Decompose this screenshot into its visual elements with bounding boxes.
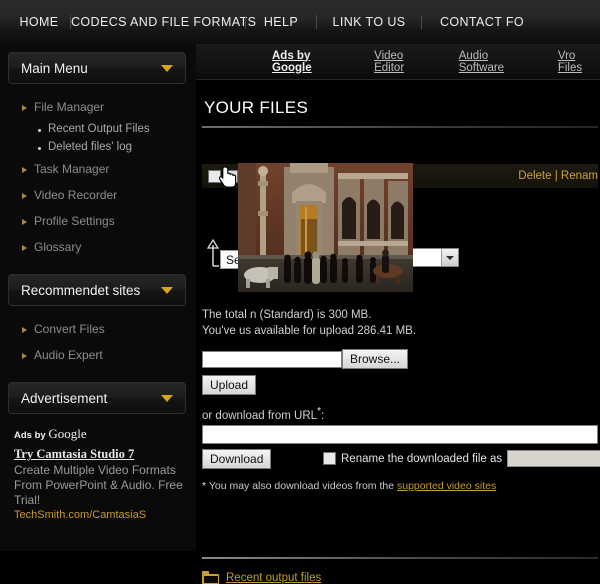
bottom-divider (202, 557, 598, 559)
folder-icon (202, 571, 219, 584)
quota-line-1: The total n (Standard) is 300 MB. (202, 309, 372, 321)
sidebar-item-label: File Manager (34, 100, 105, 114)
ads-by-text: Ads by (14, 430, 46, 441)
sidebar-item-convert-files[interactable]: Convert Files (0, 316, 196, 342)
sidebar-main-menu-list: File Manager Recent Output Files Deleted… (0, 94, 196, 260)
rename-checkbox[interactable] (323, 452, 336, 465)
triangle-right-icon (22, 245, 27, 251)
sidebar-item-label: Recent Output Files (48, 123, 150, 135)
nav-item-home[interactable]: HOME (8, 15, 70, 29)
sidebar-item-glossary[interactable]: Glossary (0, 234, 196, 260)
sidebar-item-deleted-files-log[interactable]: Deleted files' log (0, 138, 196, 156)
download-button[interactable]: Download (202, 449, 272, 469)
page-title: YOUR FILES (204, 98, 309, 117)
nav-item-codecs-and-file-formats[interactable]: CODECS AND FILE FORMATS (71, 15, 256, 29)
triangle-right-icon (22, 193, 27, 199)
mouse-cursor-pointing-hand (219, 166, 237, 188)
sidebar-panel-recommended-sites[interactable]: Recommendet sites (8, 274, 186, 306)
sidebar-item-task-manager[interactable]: Task Manager (0, 156, 196, 182)
sidebar-ad-title[interactable]: Try Camtasia Studio 7 (14, 447, 188, 462)
sidebar-panel-main-menu[interactable]: Main Menu (8, 52, 186, 84)
upload-button[interactable]: Upload (202, 375, 257, 395)
nav-item-link-to-us[interactable]: LINK TO US (317, 15, 421, 29)
triangle-right-icon (22, 327, 27, 333)
bullet-icon (38, 147, 41, 150)
bullet-icon (38, 129, 41, 132)
rename-input[interactable] (507, 450, 600, 467)
chevron-down-icon (441, 249, 458, 266)
sidebar-item-recent-output-files[interactable]: Recent Output Files (0, 120, 196, 138)
sidebar: Main Menu File Manager Recent Output Fil… (0, 44, 196, 551)
sidebar-item-file-manager[interactable]: File Manager (0, 94, 196, 120)
sidebar-item-label: Convert Files (34, 322, 105, 336)
sidebar-item-label: Glossary (34, 240, 82, 254)
sidebar-panel-title: Main Menu (21, 60, 88, 76)
triangle-right-icon (22, 167, 27, 173)
ad-link-vro-files[interactable]: Vro Files (558, 50, 600, 74)
sidebar-item-label: Video Recorder (34, 188, 118, 202)
quota-line-2: You've us available for upload 286.41 MB… (202, 325, 417, 337)
sidebar-item-label: Task Manager (34, 162, 110, 176)
sidebar-item-audio-expert[interactable]: Audio Expert (0, 342, 196, 368)
sidebar-item-video-recorder[interactable]: Video Recorder (0, 182, 196, 208)
recent-output-files-link-row[interactable]: Recent output files (202, 571, 321, 584)
url-input[interactable] (202, 425, 598, 444)
url-download-label: or download from URL*: (202, 406, 324, 422)
chevron-down-icon (161, 64, 173, 72)
arrow-up-icon (206, 239, 220, 267)
rename-checkbox-label: Rename the downloaded file as (341, 452, 503, 465)
browse-button[interactable]: Browse... (342, 349, 409, 369)
top-navigation-bar: HOME CODECS AND FILE FORMATS HELP LINK T… (0, 0, 600, 44)
sidebar-ad-url[interactable]: TechSmith.com/CamtasiaS (14, 508, 188, 522)
ad-link-audio-software[interactable]: Audio Software (459, 50, 532, 74)
url-label-text: or download from URL (202, 409, 318, 422)
triangle-right-icon (22, 219, 27, 225)
preview-image (238, 163, 413, 292)
ads-by-google-label: Ads by Google (14, 426, 188, 442)
nav-item-contact-form[interactable]: CONTACT FO (422, 15, 542, 29)
sidebar-ad-body: Create Multiple Video Formats From Power… (14, 463, 183, 507)
file-path-input[interactable] (202, 350, 342, 368)
sidebar-recommended-list: Convert Files Audio Expert (0, 316, 196, 368)
sidebar-item-label: Profile Settings (34, 214, 115, 228)
sidebar-item-profile-settings[interactable]: Profile Settings (0, 208, 196, 234)
url-label-colon: : (320, 409, 325, 422)
file-row-actions: Delete | Renam (518, 170, 598, 182)
file-upload-row: Browse... (202, 349, 409, 369)
ads-by-google-link[interactable]: Ads by Google (272, 50, 348, 74)
chevron-down-icon (161, 394, 173, 402)
chevron-down-icon (161, 286, 173, 294)
rename-downloaded-file-row: Rename the downloaded file as (323, 450, 600, 467)
nav-item-help[interactable]: HELP (246, 15, 316, 29)
footnote-text: You may also download videos from the (208, 480, 395, 492)
sidebar-item-label: Audio Expert (34, 348, 103, 362)
footnote-star: * (202, 480, 207, 492)
triangle-right-icon (22, 105, 27, 111)
sidebar-panel-advertisement[interactable]: Advertisement (8, 382, 186, 414)
triangle-right-icon (22, 353, 27, 359)
video-preview-thumbnail (238, 163, 413, 292)
delete-link[interactable]: Delete (518, 170, 551, 182)
main-content: Ads by Google Video Editor Audio Softwar… (196, 44, 600, 584)
ad-link-video-editor[interactable]: Video Editor (374, 50, 433, 74)
supported-video-sites-link[interactable]: supported video sites (397, 480, 496, 492)
sidebar-ad-block: Ads by Google Try Camtasia Studio 7 Crea… (0, 414, 196, 522)
rename-link[interactable]: Renam (561, 170, 598, 182)
recent-output-files-label[interactable]: Recent output files (226, 572, 321, 584)
storage-quota-text: The total n (Standard) is 300 MB. You've… (202, 307, 598, 339)
ads-by-google-bar: Ads by Google Video Editor Audio Softwar… (196, 44, 600, 80)
footnote: * You may also download videos from the … (202, 480, 496, 492)
sidebar-panel-title: Advertisement (21, 390, 108, 406)
google-wordmark: Google (48, 426, 87, 441)
action-separator: | (554, 170, 558, 182)
sidebar-item-label: Deleted files' log (48, 141, 133, 153)
title-divider (202, 126, 598, 128)
sidebar-panel-title: Recommendet sites (21, 282, 141, 298)
